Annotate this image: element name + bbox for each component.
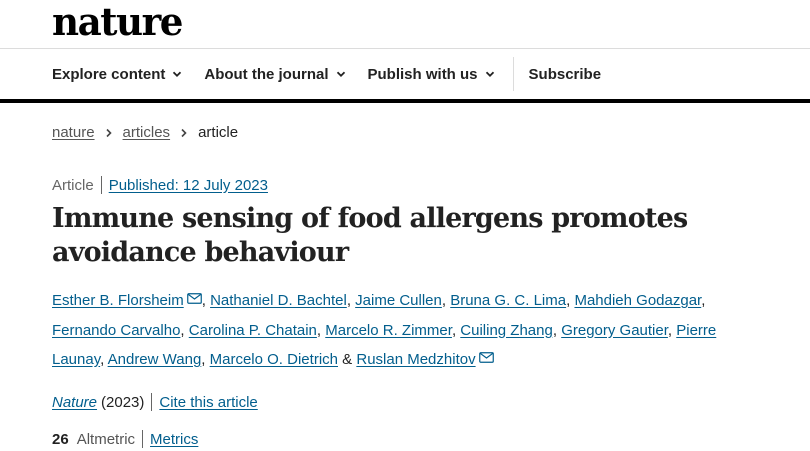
altmetric-count: 26 — [52, 430, 69, 448]
cite-divider — [151, 393, 153, 411]
breadcrumb-articles[interactable]: articles — [123, 124, 171, 141]
altmetric-label: Altmetric — [76, 430, 136, 448]
author-link[interactable]: Bruna G. C. Lima — [450, 292, 566, 309]
nav-bottom-rule — [0, 99, 810, 103]
author-link[interactable]: Jaime Cullen — [355, 292, 442, 309]
meta-divider — [100, 176, 102, 194]
nav-divider — [512, 57, 514, 91]
nav-about-the-journal[interactable]: About the journal — [204, 66, 345, 83]
article-type: Article — [52, 176, 94, 194]
author-link[interactable]: Andrew Wang — [108, 351, 202, 368]
chevron-down-icon — [485, 71, 494, 77]
metrics-line: 26 Altmetric Metrics — [52, 430, 198, 448]
nav-publish-with-us-label: Publish with us — [367, 65, 478, 83]
author-link[interactable]: Gregory Gautier — [561, 322, 668, 339]
nav-publish-with-us[interactable]: Publish with us — [368, 66, 495, 83]
metrics-link[interactable]: Metrics — [150, 431, 198, 448]
main-nav: Explore content About the journal Publis… — [52, 49, 623, 99]
nature-logo[interactable]: nature — [52, 0, 183, 44]
author-link[interactable]: Cuiling Zhang — [460, 322, 553, 339]
nav-explore-content[interactable]: Explore content — [52, 66, 182, 83]
nav-explore-content-label: Explore content — [52, 65, 166, 83]
cite-this-article-link[interactable]: Cite this article — [159, 394, 257, 411]
author-joiner: & — [342, 351, 353, 368]
breadcrumb-nature[interactable]: nature — [52, 124, 95, 141]
author-link[interactable]: Marcelo R. Zimmer — [325, 322, 452, 339]
chevron-right-icon — [105, 128, 112, 137]
citation-line: Nature (2023) Cite this article — [52, 393, 258, 411]
journal-link[interactable]: Nature — [52, 394, 97, 411]
published-date-link[interactable]: Published: 12 July 2023 — [109, 177, 268, 194]
publication-year: (2023) — [101, 393, 145, 411]
email-icon[interactable] — [478, 352, 494, 363]
chevron-down-icon — [173, 71, 182, 77]
email-icon[interactable] — [186, 293, 202, 304]
author-link[interactable]: Esther B. Florsheim — [52, 292, 184, 309]
nav-about-the-journal-label: About the journal — [204, 65, 329, 83]
metrics-divider — [142, 430, 144, 448]
author-link[interactable]: Ruslan Medzhitov — [356, 351, 475, 368]
author-list: Esther B. Florsheim, Nathaniel D. Bachte… — [52, 292, 717, 368]
author-link[interactable]: Fernando Carvalho — [52, 322, 180, 339]
breadcrumb-current: article — [198, 124, 239, 141]
author-link[interactable]: Nathaniel D. Bachtel — [210, 292, 347, 309]
author-link[interactable]: Mahdieh Godazgar — [574, 292, 701, 309]
subscribe-link[interactable]: Subscribe — [529, 66, 602, 83]
author-link[interactable]: Carolina P. Chatain — [189, 322, 317, 339]
chevron-down-icon — [336, 71, 345, 77]
chevron-right-icon — [181, 128, 187, 137]
article-title: Immune sensing of food allergens promote… — [52, 203, 688, 268]
article-meta: Article Published: 12 July 2023 — [52, 176, 268, 194]
author-link[interactable]: Marcelo O. Dietrich — [210, 351, 338, 368]
breadcrumb: nature articles article — [52, 124, 238, 141]
